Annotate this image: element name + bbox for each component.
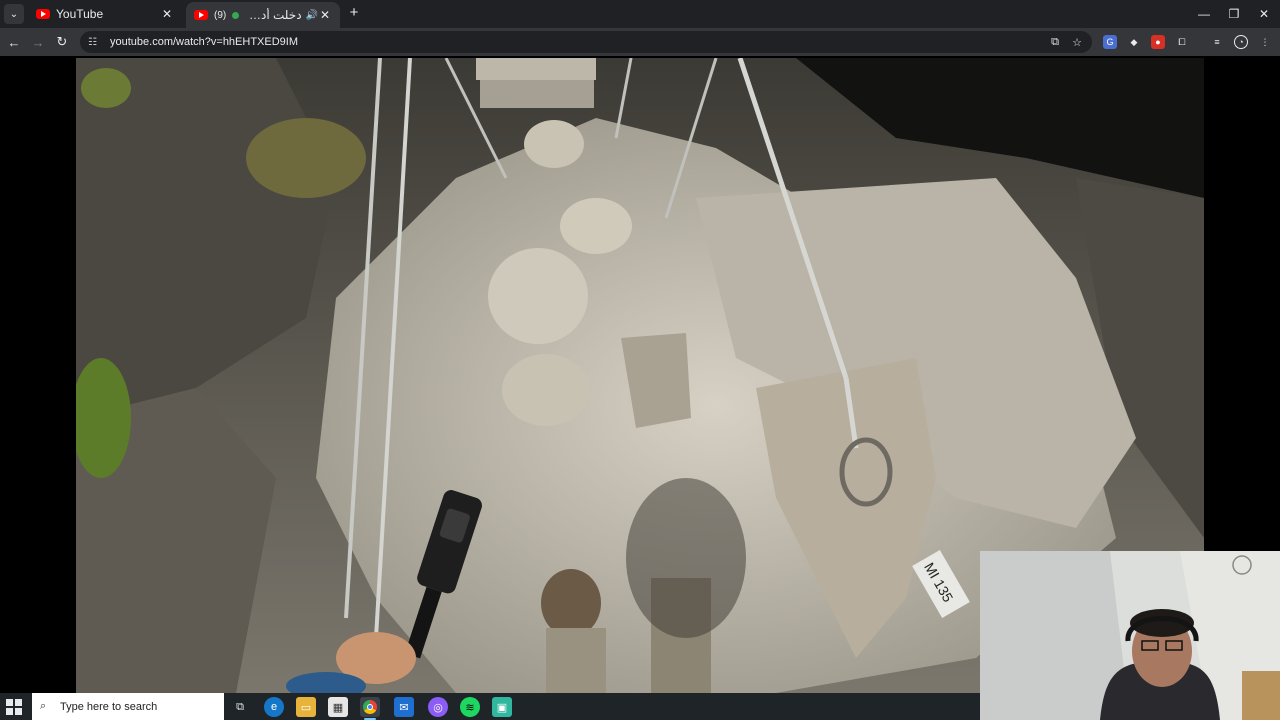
restore-button[interactable]: ❐ [1218,0,1250,28]
mail-icon[interactable]: ✉ [394,697,414,717]
back-icon[interactable]: ← [4,32,24,52]
tab-strip: ⌄ YouTube ✕ (9) دخلت أدغال مدغشقر 🔊 ✕ + … [0,0,1280,28]
taskbar-search-placeholder: Type here to search [60,700,158,713]
recording-indicator-icon [232,11,240,19]
tab-close-icon[interactable]: ✕ [160,7,174,21]
url-text[interactable]: youtube.com/watch?v=hhEHTXED9IM [110,36,298,48]
new-tab-button[interactable]: + [346,5,362,21]
media-control-icon[interactable]: ≡ [1210,35,1224,49]
menu-icon[interactable]: ⋮ [1258,35,1272,49]
tab-search-button[interactable]: ⌄ [4,4,24,24]
youtube-icon [194,10,208,20]
close-window-button[interactable]: ✕ [1248,0,1280,28]
browser-toolbar: ← → ↻ ☷ youtube.com/watch?v=hhEHTXED9IM … [0,28,1280,56]
tab-youtube-home[interactable]: YouTube ✕ [28,2,182,26]
taskbar-search-box[interactable]: ⌕ Type here to search [32,693,224,720]
tab-video-active[interactable]: (9) دخلت أدغال مدغشقر 🔊 ✕ [186,2,340,28]
spotify-icon[interactable]: ≋ [460,697,480,717]
bookmark-star-icon[interactable]: ☆ [1070,35,1084,49]
notification-count: (9) [214,9,227,21]
chrome-icon[interactable] [360,697,380,720]
windows-taskbar: ⌕ Type here to search ⧉ e ▭ ▦ ✉ ◎ ≋ ▣ [0,693,980,720]
task-view-icon[interactable]: ⧉ [230,697,250,717]
screen: ⌄ YouTube ✕ (9) دخلت أدغال مدغشقر 🔊 ✕ + … [0,0,1280,720]
webcam-frame [980,551,1280,720]
extensions-icon[interactable]: ⧠ [1175,35,1189,49]
app-icon[interactable]: ▣ [492,697,512,717]
messenger-icon[interactable]: ◎ [428,697,448,717]
tab-title: دخلت أدغال مدغشقر [243,8,302,22]
youtube-icon [36,9,50,19]
site-info-icon[interactable]: ☷ [88,37,104,48]
file-explorer-icon[interactable]: ▭ [296,697,316,717]
translate-extension-icon[interactable]: G [1103,35,1117,49]
profile-icon[interactable]: ◔ [1234,35,1248,49]
address-bar[interactable]: ☷ youtube.com/watch?v=hhEHTXED9IM ⧉ ☆ [80,31,1092,53]
forward-icon[interactable]: → [28,32,48,52]
record-extension-icon[interactable]: ● [1151,35,1165,49]
minimize-button[interactable]: — [1188,0,1220,28]
speaker-icon[interactable]: 🔊 [306,10,318,21]
edge-icon[interactable]: e [264,697,284,717]
windows-start-icon[interactable] [6,699,22,715]
diamond-extension-icon[interactable]: ◆ [1127,35,1141,49]
tab-close-icon[interactable]: ✕ [318,8,332,22]
search-icon: ⌕ [40,700,47,712]
store-icon[interactable]: ▦ [328,697,348,717]
tab-title: YouTube [56,7,104,21]
reload-icon[interactable]: ↻ [52,32,72,52]
webcam-overlay [980,551,1280,720]
install-icon[interactable]: ⧉ [1048,35,1062,49]
